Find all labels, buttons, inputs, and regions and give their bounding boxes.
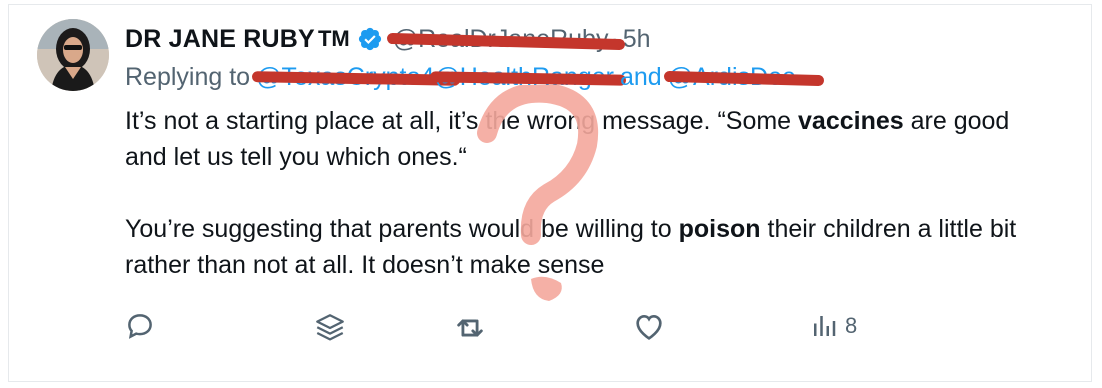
tweet-card: DR JANE RUBY TM @RealDrJaneRuby · 5h Rep… bbox=[8, 4, 1092, 382]
mention-link[interactable]: @TexasCrypto4 bbox=[251, 63, 461, 92]
author-name[interactable]: DR JANE RUBY bbox=[125, 25, 315, 54]
retweet-button[interactable] bbox=[453, 311, 487, 345]
bold-word: poison bbox=[678, 215, 761, 243]
views-count: 8 bbox=[845, 313, 858, 338]
tweet-paragraph: You’re suggesting that parents would be … bbox=[125, 215, 1017, 279]
reply-icon bbox=[125, 311, 155, 341]
layers-icon bbox=[313, 311, 347, 345]
views-icon bbox=[809, 311, 839, 341]
tweet-header: DR JANE RUBY TM @RealDrJaneRuby · 5h bbox=[125, 21, 651, 57]
replying-to-label: Replying to bbox=[125, 63, 251, 91]
views-button[interactable]: 8 bbox=[809, 311, 857, 341]
bold-word: vaccines bbox=[798, 107, 904, 135]
like-button[interactable] bbox=[633, 311, 665, 343]
and-label: and bbox=[619, 63, 662, 91]
stack-button[interactable] bbox=[313, 311, 347, 345]
tweet-actions: 8 bbox=[125, 311, 885, 351]
heart-icon bbox=[633, 311, 665, 343]
mention-link[interactable]: @HealthRanger bbox=[430, 63, 627, 92]
replying-to-line: Replying to @TexasCrypto4 @HealthRanger … bbox=[125, 63, 824, 92]
mention-link[interactable]: @ArdisDee bbox=[663, 63, 824, 92]
tweet-text: It’s not a starting place at all, it’s t… bbox=[125, 103, 1055, 283]
reply-button[interactable] bbox=[125, 311, 155, 341]
author-handle[interactable]: @RealDrJaneRuby bbox=[386, 25, 625, 54]
trademark-label: TM bbox=[317, 26, 350, 51]
avatar[interactable] bbox=[37, 19, 109, 91]
timestamp[interactable]: 5h bbox=[623, 25, 651, 54]
tweet-paragraph: It’s not a starting place at all, it’s t… bbox=[125, 107, 1010, 171]
retweet-icon bbox=[453, 311, 487, 345]
verified-badge-icon bbox=[357, 26, 383, 52]
